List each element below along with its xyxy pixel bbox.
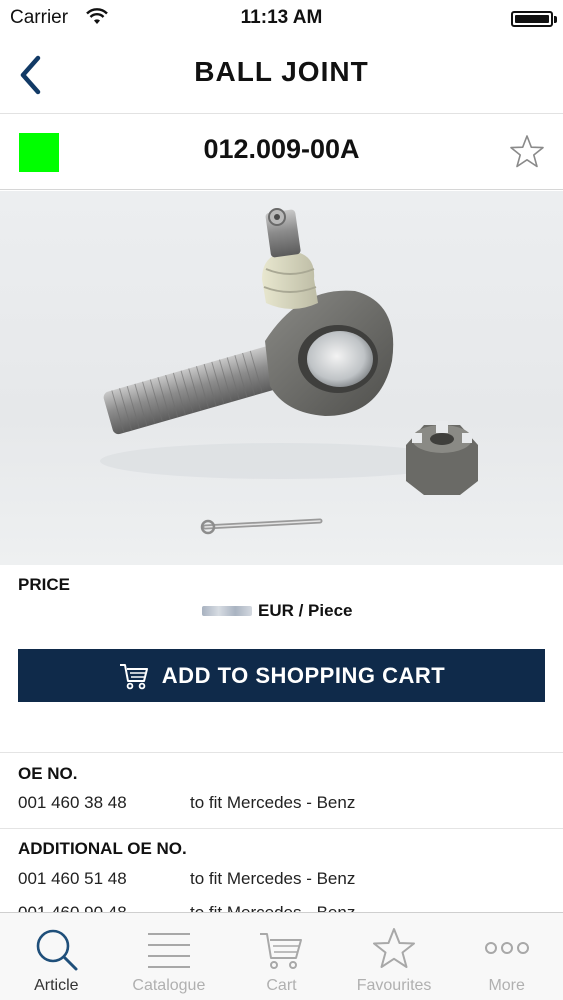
article-number: 012.009-00A [203,134,360,164]
battery-icon [511,11,557,27]
oe-number: 001 460 51 48 [18,869,127,888]
product-image [0,191,563,565]
tab-label: Catalogue [132,977,206,994]
tab-label: Cart [266,977,297,994]
page-title: BALL JOINT [194,56,369,87]
tab-label: Favourites [356,977,432,994]
oe-number: 001 460 38 48 [18,793,127,812]
search-icon [36,929,78,971]
status-time: 11:13 AM [240,7,323,28]
additional-oe-section-title: ADDITIONAL OE NO. [18,839,187,858]
tab-cart[interactable]: Cart [225,913,338,1000]
price-unit: EUR / Piece [258,601,353,620]
price-amount-obscured [202,606,252,616]
tab-favourites[interactable]: Favourites [338,913,451,1000]
tab-article[interactable]: Article [0,913,113,1000]
add-to-cart-button[interactable]: ADD TO SHOPPING CART [18,649,545,702]
tab-label: Article [34,977,79,994]
oe-fit-text: to fit Mercedes - Benz [190,793,356,812]
more-dots-icon [484,942,529,954]
star-icon [373,928,416,968]
oe-section-title: OE NO. [18,764,78,783]
divider [0,828,563,829]
tab-catalogue[interactable]: Catalogue [113,913,226,1000]
price-value: EUR / Piece [202,601,353,621]
add-to-cart-label: ADD TO SHOPPING CART [161,662,446,688]
shopping-cart-icon [119,663,148,689]
star-outline-icon[interactable] [509,134,545,170]
divider [0,752,563,753]
price-label: PRICE [18,575,70,594]
cart-icon [260,933,303,969]
tab-bar: Article Catalogue Cart Favourites More [0,912,563,1000]
list-icon [147,933,190,968]
tab-more[interactable]: More [450,913,563,1000]
article-header: 012.009-00A [0,114,563,190]
status-bar: Carrier 11:13 AM [0,0,563,38]
tab-label: More [488,977,525,994]
navigation-bar: BALL JOINT [0,38,563,114]
oe-fit-text: to fit Mercedes - Benz [190,869,356,888]
